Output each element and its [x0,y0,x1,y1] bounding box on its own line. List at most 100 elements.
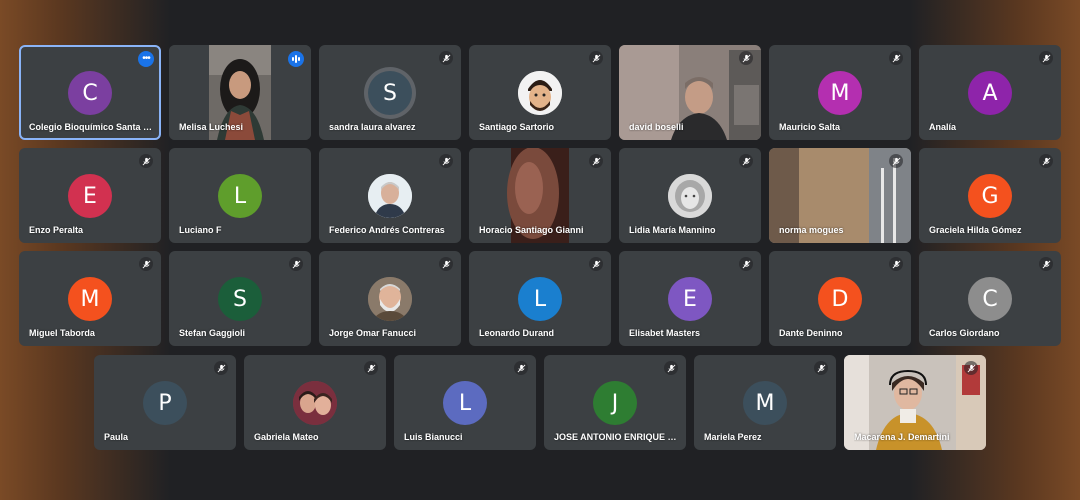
participant-name: Elisabet Masters [629,328,701,338]
participant-name: Jorge Omar Fanucci [329,328,417,338]
more-options-icon[interactable]: ••• [138,51,154,67]
mic-off-icon [739,51,753,65]
participant-tile[interactable]: C ••• Colegio Bioquímico Santa F... [19,45,161,140]
grid-row-3: M Miguel Taborda S Stefan Gaggioli Jorge… [0,251,1080,346]
participant-tile[interactable]: M Mauricio Salta [769,45,911,140]
mic-off-icon [964,361,978,375]
mic-off-icon [664,361,678,375]
participant-tile[interactable]: Lidia María Mannino [619,148,761,243]
mic-off-icon [139,257,153,271]
avatar: L [518,277,562,321]
mic-off-icon [1039,257,1053,271]
participant-tile[interactable]: J JOSE ANTONIO ENRIQUE B... [544,355,686,450]
avatar: M [68,277,112,321]
avatar: S [368,71,412,115]
mic-off-icon [439,51,453,65]
mic-off-icon [589,51,603,65]
avatar [293,381,337,425]
participant-tile[interactable]: P Paula [94,355,236,450]
participant-name: Graciela Hilda Gómez [929,225,1022,235]
avatar [368,174,412,218]
mic-off-icon [439,257,453,271]
avatar: J [593,381,637,425]
avatar [368,277,412,321]
grid-row-2: E Enzo Peralta L Luciano F Federico Andr… [0,148,1080,243]
participant-tile[interactable]: Macarena J. Demartini [844,355,986,450]
participant-name: Luis Bianucci [404,432,463,442]
participant-tile[interactable]: C Carlos Giordano [919,251,1061,346]
avatar: D [818,277,862,321]
mic-off-icon [439,154,453,168]
participant-name: david boselli [629,122,684,132]
mic-off-icon [1039,154,1053,168]
audio-bars-icon [288,51,304,67]
mic-off-icon [889,257,903,271]
participant-name: Dante Deninno [779,328,843,338]
participant-tile[interactable]: norma mogues [769,148,911,243]
participant-tile[interactable]: M Mariela Perez [694,355,836,450]
participant-tile[interactable]: E Elisabet Masters [619,251,761,346]
mic-off-icon [289,257,303,271]
participant-tile[interactable]: david boselli [619,45,761,140]
participant-tile[interactable]: D Dante Deninno [769,251,911,346]
participant-tile[interactable]: L Luciano F [169,148,311,243]
avatar: L [218,174,262,218]
participant-tile[interactable]: G Graciela Hilda Gómez [919,148,1061,243]
participant-tile[interactable]: Federico Andrés Contreras [319,148,461,243]
avatar: G [968,174,1012,218]
mic-off-icon [214,361,228,375]
mic-off-icon [589,154,603,168]
avatar: E [68,174,112,218]
participant-name: Miguel Taborda [29,328,95,338]
participant-tile[interactable]: S Stefan Gaggioli [169,251,311,346]
participant-tile[interactable]: Melisa Luchesi [169,45,311,140]
participant-name: Mauricio Salta [779,122,841,132]
avatar: A [968,71,1012,115]
participant-name: sandra laura alvarez [329,122,416,132]
participant-tile[interactable]: Santiago Sartorio [469,45,611,140]
participant-name: Lidia María Mannino [629,225,716,235]
grid-row-4: P Paula Gabriela Mateo L Luis Bianucci J… [0,355,1080,450]
participant-tile[interactable]: E Enzo Peralta [19,148,161,243]
participant-name: norma mogues [779,225,844,235]
participant-tile[interactable]: L Leonardo Durand [469,251,611,346]
participant-name: Paula [104,432,129,442]
mic-off-icon [1039,51,1053,65]
avatar: M [743,381,787,425]
participant-name: Federico Andrés Contreras [329,225,445,235]
participant-name: Carlos Giordano [929,328,1000,338]
participant-tile[interactable]: M Miguel Taborda [19,251,161,346]
participant-name: Macarena J. Demartini [854,432,950,442]
participant-name: Leonardo Durand [479,328,555,338]
participant-tile[interactable]: Gabriela Mateo [244,355,386,450]
participant-name: Melisa Luchesi [179,122,244,132]
avatar: C [68,71,112,115]
mic-off-icon [814,361,828,375]
mic-off-icon [514,361,528,375]
participant-tile[interactable]: S sandra laura alvarez [319,45,461,140]
participant-tile[interactable]: Jorge Omar Fanucci [319,251,461,346]
participant-tile[interactable]: A Analía [919,45,1061,140]
avatar [518,71,562,115]
mic-off-icon [739,257,753,271]
avatar: C [968,277,1012,321]
participant-tile[interactable]: L Luis Bianucci [394,355,536,450]
participant-name: Colegio Bioquímico Santa F... [29,122,153,132]
mic-off-icon [889,51,903,65]
participant-name: Mariela Perez [704,432,762,442]
grid-row-1: C ••• Colegio Bioquímico Santa F... Meli… [0,45,1080,140]
participant-name: Stefan Gaggioli [179,328,246,338]
avatar: E [668,277,712,321]
participant-name: Enzo Peralta [29,225,84,235]
mic-off-icon [589,257,603,271]
participant-name: Luciano F [179,225,222,235]
mic-off-icon [364,361,378,375]
participant-tile[interactable]: Horacio Santiago Gianni [469,148,611,243]
participant-name: Horacio Santiago Gianni [479,225,584,235]
mic-off-icon [739,154,753,168]
avatar: M [818,71,862,115]
avatar: S [218,277,262,321]
participant-name: Analía [929,122,957,132]
participant-name: JOSE ANTONIO ENRIQUE B... [554,432,678,442]
mic-off-icon [889,154,903,168]
